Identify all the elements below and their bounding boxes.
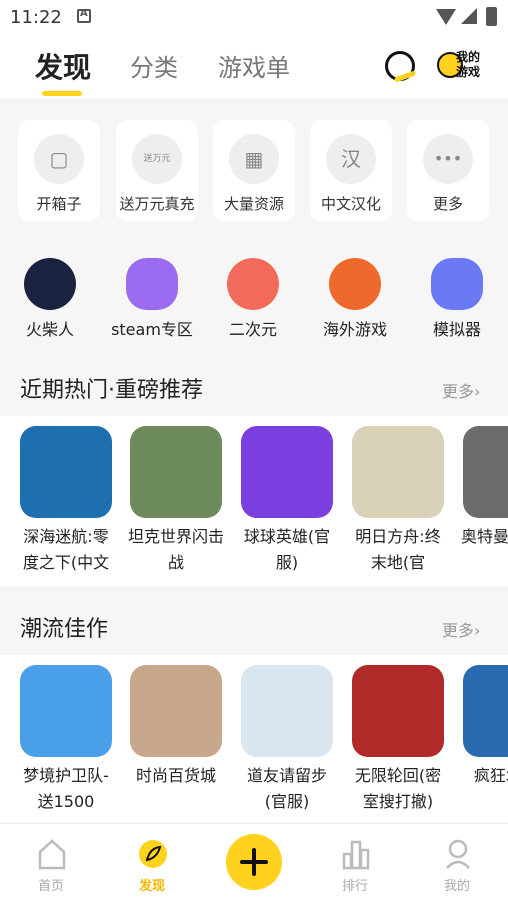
status-time: 11:22 bbox=[10, 7, 62, 28]
notification-icon bbox=[77, 8, 91, 23]
category-label: 海外游戏 bbox=[322, 320, 387, 339]
quick-link-label: 大量资源 bbox=[223, 195, 284, 213]
tab-home[interactable]: 首页 bbox=[1, 824, 101, 903]
my-games-button[interactable]: 我的游戏 bbox=[437, 48, 489, 84]
top-header: 发现 分类 游戏单 我的游戏 bbox=[0, 36, 508, 98]
search-icon[interactable] bbox=[385, 51, 415, 81]
anime-face-icon bbox=[227, 258, 279, 310]
game-icon bbox=[20, 426, 112, 518]
stickman-icon bbox=[24, 258, 76, 310]
game-icon bbox=[463, 426, 508, 518]
game-icon bbox=[20, 665, 112, 757]
category-steam[interactable]: steam专区 bbox=[107, 258, 197, 339]
category-label: 二次元 bbox=[228, 320, 277, 339]
gamepad-cloud-icon bbox=[126, 258, 178, 310]
status-bar: 11:22 bbox=[0, 0, 508, 36]
game-icon bbox=[352, 426, 444, 518]
planet-icon bbox=[329, 258, 381, 310]
discover-icon bbox=[139, 840, 167, 868]
game-name: 奥特曼进化重 bbox=[460, 527, 508, 546]
trend-games-strip[interactable]: 梦境护卫队-送1500 时尚百货城 道友请留步(官服) 无限轮回(密室搜打撤) … bbox=[0, 655, 508, 823]
quick-link-label: 开箱子 bbox=[36, 195, 82, 213]
category-stickman[interactable]: 火柴人 bbox=[5, 258, 95, 339]
trend-section-title: 潮流佳作 bbox=[20, 617, 109, 642]
my-games-label: 我的游戏 bbox=[456, 50, 481, 79]
category-overseas[interactable]: 海外游戏 bbox=[310, 258, 400, 339]
battery-icon bbox=[486, 7, 497, 26]
game-icon bbox=[130, 665, 222, 757]
tab-discover-bottom[interactable]: 发现 bbox=[102, 824, 202, 903]
category-label: steam专区 bbox=[111, 320, 193, 339]
home-icon bbox=[38, 839, 66, 870]
game-icon bbox=[463, 665, 508, 757]
game-name: 深海迷航:零度之下(中文 bbox=[22, 527, 110, 572]
quick-link-label: 送万元真充 bbox=[119, 195, 195, 213]
game-icon bbox=[241, 426, 333, 518]
category-label: 模拟器 bbox=[432, 320, 481, 339]
category-emulator[interactable]: 模拟器 bbox=[412, 258, 502, 339]
chinese-icon-text: 汉 bbox=[341, 147, 361, 171]
tab-label: 首页 bbox=[37, 879, 64, 894]
quick-link-chinese[interactable]: 汉 中文汉化 bbox=[310, 120, 392, 222]
tab-label: 我的 bbox=[443, 879, 470, 894]
quick-link-open-box[interactable]: ▢ 开箱子 bbox=[18, 120, 100, 222]
more-icon-text: ••• bbox=[433, 149, 463, 168]
plus-button[interactable] bbox=[226, 834, 282, 890]
game-name: 球球英雄(官服) bbox=[243, 527, 331, 572]
game-name: 无限轮回(密室搜打撤) bbox=[354, 766, 442, 811]
quick-link-recharge[interactable]: 送万元 送万元真充 bbox=[116, 120, 198, 222]
tab-label: 发现 bbox=[138, 879, 165, 894]
quick-link-label: 更多 bbox=[432, 195, 463, 213]
gift-icon-text: 送万元 bbox=[143, 154, 171, 164]
category-anime[interactable]: 二次元 bbox=[208, 258, 298, 339]
tab-profile[interactable]: 我的 bbox=[407, 824, 507, 903]
profile-icon bbox=[446, 839, 470, 869]
game-name: 明日方舟:终末地(官 bbox=[355, 527, 441, 572]
wifi-icon bbox=[436, 9, 456, 25]
hot-games-strip[interactable]: 深海迷航:零度之下(中文 坦克世界闪击战 球球英雄(官服) 明日方舟:终末地(官… bbox=[0, 416, 508, 586]
quick-link-resources[interactable]: ▦ 大量资源 bbox=[213, 120, 295, 222]
game-icon bbox=[352, 665, 444, 757]
game-name: 坦克世界闪击战 bbox=[127, 527, 224, 572]
quick-link-label: 中文汉化 bbox=[320, 195, 381, 213]
trend-section-more-link[interactable]: 更多› bbox=[442, 617, 480, 641]
hot-section-more-link[interactable]: 更多› bbox=[442, 378, 480, 402]
category-label: 火柴人 bbox=[25, 320, 74, 339]
game-name: 时尚百货城 bbox=[135, 766, 216, 785]
tab-discover[interactable]: 发现 bbox=[35, 46, 91, 86]
tab-game-list[interactable]: 游戏单 bbox=[218, 48, 290, 83]
tab-label: 排行 bbox=[341, 879, 368, 894]
gamepad-icon bbox=[431, 258, 483, 310]
signal-icon bbox=[461, 8, 477, 24]
active-tab-indicator bbox=[42, 91, 82, 96]
game-icon bbox=[241, 665, 333, 757]
game-icon bbox=[130, 426, 222, 518]
hot-section-title: 近期热门·重磅推荐 bbox=[20, 378, 203, 403]
game-name: 梦境护卫队-送1500 bbox=[23, 766, 109, 811]
bottom-tab-bar: 首页 发现 排行 我的 bbox=[0, 823, 508, 903]
tab-category[interactable]: 分类 bbox=[130, 48, 178, 83]
tab-ranking[interactable]: 排行 bbox=[305, 824, 405, 903]
ranking-icon bbox=[342, 840, 370, 870]
quick-link-more[interactable]: ••• 更多 bbox=[407, 120, 489, 222]
game-name: 疯狂木(官 bbox=[473, 766, 508, 785]
game-name: 道友请留步(官服) bbox=[246, 766, 327, 811]
